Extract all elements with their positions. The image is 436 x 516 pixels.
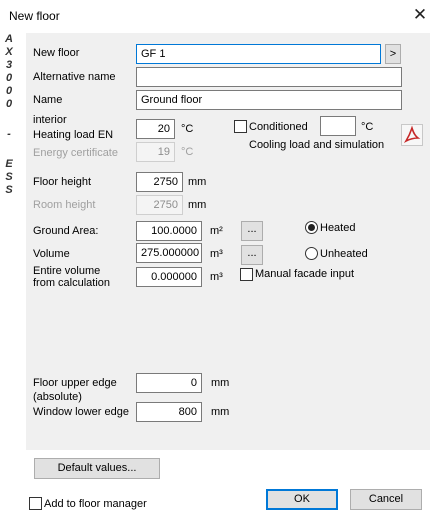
- heating-load-unit: °C: [181, 123, 194, 135]
- cooling-temperature-input[interactable]: [320, 116, 356, 136]
- side-letter: E: [5, 158, 13, 170]
- window-title: New floor: [9, 9, 60, 23]
- side-letter: S: [5, 171, 13, 183]
- heated-label: Heated: [320, 222, 356, 234]
- ground-area-calc-button[interactable]: ...: [241, 221, 263, 241]
- heating-load-label: Heating load EN: [33, 129, 114, 141]
- side-letter: X: [5, 46, 13, 58]
- cooling-load-label: Cooling load and simulation: [249, 139, 385, 151]
- floor-upper-edge-unit: mm: [211, 377, 230, 389]
- volume-unit: m³: [210, 248, 223, 260]
- ground-area-unit: m²: [210, 225, 223, 237]
- window-lower-edge-label: Window lower edge: [33, 406, 129, 418]
- entire-volume-label: Entire volume: [33, 265, 101, 277]
- energy-certificate-input: 19: [136, 142, 175, 162]
- side-letter: 0: [5, 98, 13, 110]
- room-height-label: Room height: [33, 199, 96, 211]
- floor-upper-edge-label-line2: (absolute): [33, 391, 82, 403]
- pdf-icon: [403, 125, 421, 143]
- side-letter: 0: [5, 72, 13, 84]
- side-letter: 3: [5, 59, 13, 71]
- entire-volume-label-line2: from calculation: [33, 277, 111, 289]
- entire-volume-unit: m³: [210, 271, 223, 283]
- heated-radio[interactable]: [305, 221, 318, 234]
- close-icon[interactable]: ✕: [408, 3, 432, 27]
- window-lower-edge-input[interactable]: 800: [136, 402, 202, 422]
- energy-certificate-unit: °C: [181, 146, 194, 158]
- room-height-unit: mm: [188, 199, 207, 211]
- new-floor-label: New floor: [33, 47, 80, 59]
- unheated-radio[interactable]: [305, 247, 318, 260]
- entire-volume-input: 0.000000: [136, 267, 202, 287]
- ground-area-label: Ground Area:: [33, 225, 99, 237]
- cooling-temperature-unit: °C: [361, 121, 374, 133]
- pdf-button[interactable]: [401, 124, 423, 146]
- floor-upper-edge-label: Floor upper edge: [33, 377, 117, 389]
- add-to-floor-manager-label: Add to floor manager: [44, 498, 147, 510]
- conditioned-checkbox[interactable]: [234, 120, 247, 133]
- window-lower-edge-unit: mm: [211, 406, 230, 418]
- add-to-floor-manager-checkbox[interactable]: [29, 497, 42, 510]
- new-floor-next-button[interactable]: >: [385, 44, 401, 64]
- energy-certificate-label: Energy certificate: [33, 147, 118, 159]
- volume-input[interactable]: 275.000000: [136, 243, 202, 263]
- unheated-label: Unheated: [320, 248, 368, 260]
- side-letter: 0: [5, 85, 13, 97]
- floor-height-input[interactable]: 2750: [136, 172, 183, 192]
- heating-load-label-line1: interior: [33, 114, 67, 126]
- ground-area-input[interactable]: 100.0000: [136, 221, 202, 241]
- conditioned-label: Conditioned: [249, 121, 308, 133]
- floor-height-label: Floor height: [33, 176, 92, 188]
- floor-upper-edge-input[interactable]: 0: [136, 373, 202, 393]
- alternative-name-input[interactable]: [136, 67, 402, 87]
- side-letter: -: [7, 128, 11, 140]
- new-floor-input[interactable]: GF 1: [136, 44, 381, 64]
- default-values-button[interactable]: Default values...: [34, 458, 160, 479]
- floor-height-unit: mm: [188, 176, 207, 188]
- manual-facade-checkbox[interactable]: [240, 268, 253, 281]
- manual-facade-label: Manual facade input: [255, 268, 355, 280]
- name-input[interactable]: Ground floor: [136, 90, 402, 110]
- side-letter: S: [5, 184, 13, 196]
- side-letter: A: [5, 33, 13, 45]
- cancel-button[interactable]: Cancel: [350, 489, 422, 510]
- volume-calc-button[interactable]: ...: [241, 245, 263, 265]
- heating-load-input[interactable]: 20: [136, 119, 175, 139]
- ok-button[interactable]: OK: [266, 489, 338, 510]
- volume-label: Volume: [33, 248, 70, 260]
- alternative-name-label: Alternative name: [33, 71, 116, 83]
- name-label: Name: [33, 94, 63, 106]
- room-height-input: 2750: [136, 195, 183, 215]
